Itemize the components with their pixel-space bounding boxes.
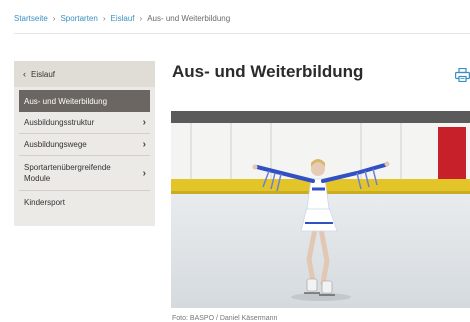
printer-icon[interactable] <box>455 68 470 82</box>
sidebar-item-kindersport[interactable]: Kindersport <box>19 191 150 213</box>
photo-caption: Foto: BASPO / Daniel Käsermann <box>172 315 278 322</box>
sidebar-back-label: Eislauf <box>31 69 56 79</box>
chevron-left-icon: ‹ <box>23 69 26 79</box>
sidebar-nav: ‹ Eislauf Aus- und Weiterbildung Ausbild… <box>14 61 155 226</box>
sidebar-item-label: Ausbildungswege <box>24 140 87 149</box>
breadcrumb-separator: › <box>52 14 56 23</box>
breadcrumb: Startseite › Sportarten › Eislauf › Aus- und W… <box>14 14 230 23</box>
breadcrumb-link-sportarten[interactable]: Sportarten <box>60 14 97 23</box>
breadcrumb-current: Aus- und Weiterbildung <box>147 14 231 23</box>
chevron-right-icon: › <box>142 117 146 128</box>
chevron-right-icon: › <box>142 167 146 179</box>
figure-skater-photo <box>171 111 470 308</box>
sidebar-back-link[interactable]: ‹ Eislauf <box>14 61 155 87</box>
sidebar-item-label: Ausbildungsstruktur <box>24 118 95 127</box>
breadcrumb-separator: › <box>102 14 106 23</box>
sidebar-item-label: Sportartenübergreifende Module <box>24 163 111 183</box>
sidebar-item-label: Kindersport <box>24 197 65 207</box>
header-divider <box>14 33 470 34</box>
chevron-right-icon: › <box>142 139 146 150</box>
sidebar-item-sportartenuebergreifende-module[interactable]: Sportartenübergreifende Module › <box>19 156 150 191</box>
sidebar-item-aus-und-weiterbildung[interactable]: Aus- und Weiterbildung <box>19 90 150 112</box>
page-title: Aus- und Weiterbildung <box>172 62 364 81</box>
breadcrumb-link-eislauf[interactable]: Eislauf <box>111 14 135 23</box>
sidebar-item-ausbildungsstruktur[interactable]: Ausbildungsstruktur › <box>19 112 150 134</box>
sidebar-item-ausbildungswege[interactable]: Ausbildungswege › <box>19 134 150 156</box>
breadcrumb-link-startseite[interactable]: Startseite <box>14 14 48 23</box>
breadcrumb-separator: › <box>139 14 143 23</box>
